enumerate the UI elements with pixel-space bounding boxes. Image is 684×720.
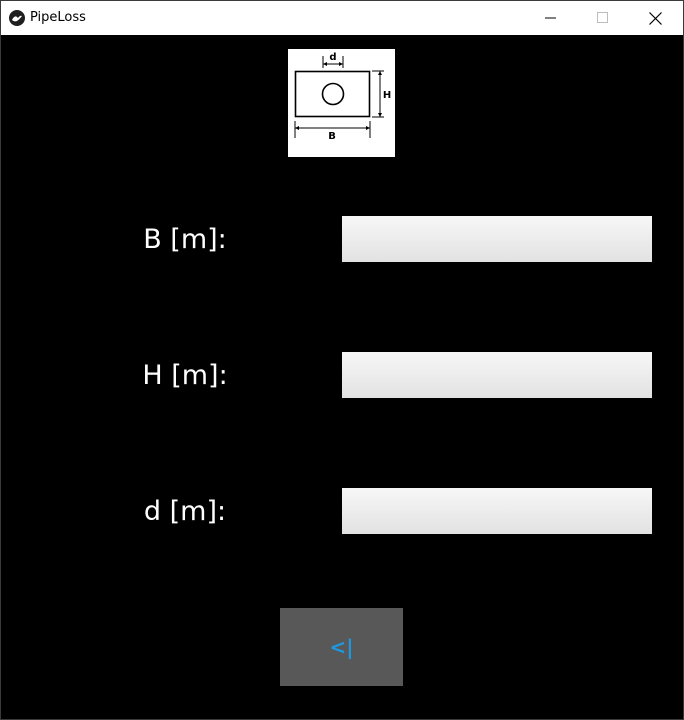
title-bar: PipeLoss — [1, 1, 683, 35]
d-input[interactable] — [342, 488, 652, 534]
d-label: d [m]: — [143, 496, 227, 527]
app-window: PipeLoss d H B B [m]: H [m]: d [m]: <| — [0, 0, 684, 720]
diagram-label-H: H — [383, 90, 391, 101]
minimize-icon — [545, 17, 556, 19]
maximize-button[interactable] — [577, 1, 629, 35]
b-input[interactable] — [342, 216, 652, 262]
window-title: PipeLoss — [30, 10, 86, 25]
cross-section-diagram: d H B — [288, 49, 395, 157]
h-label: H [m]: — [142, 360, 228, 391]
back-button-label: <| — [329, 635, 354, 659]
close-icon — [648, 11, 662, 25]
kivy-app-icon — [9, 10, 25, 26]
maximize-icon — [597, 12, 608, 23]
h-input[interactable] — [342, 352, 652, 398]
diagram-label-B: B — [328, 131, 336, 142]
close-button[interactable] — [629, 1, 681, 35]
minimize-button[interactable] — [525, 1, 577, 35]
back-button[interactable]: <| — [280, 608, 403, 686]
b-label: B [m]: — [143, 224, 227, 255]
diagram-label-d: d — [329, 52, 336, 63]
